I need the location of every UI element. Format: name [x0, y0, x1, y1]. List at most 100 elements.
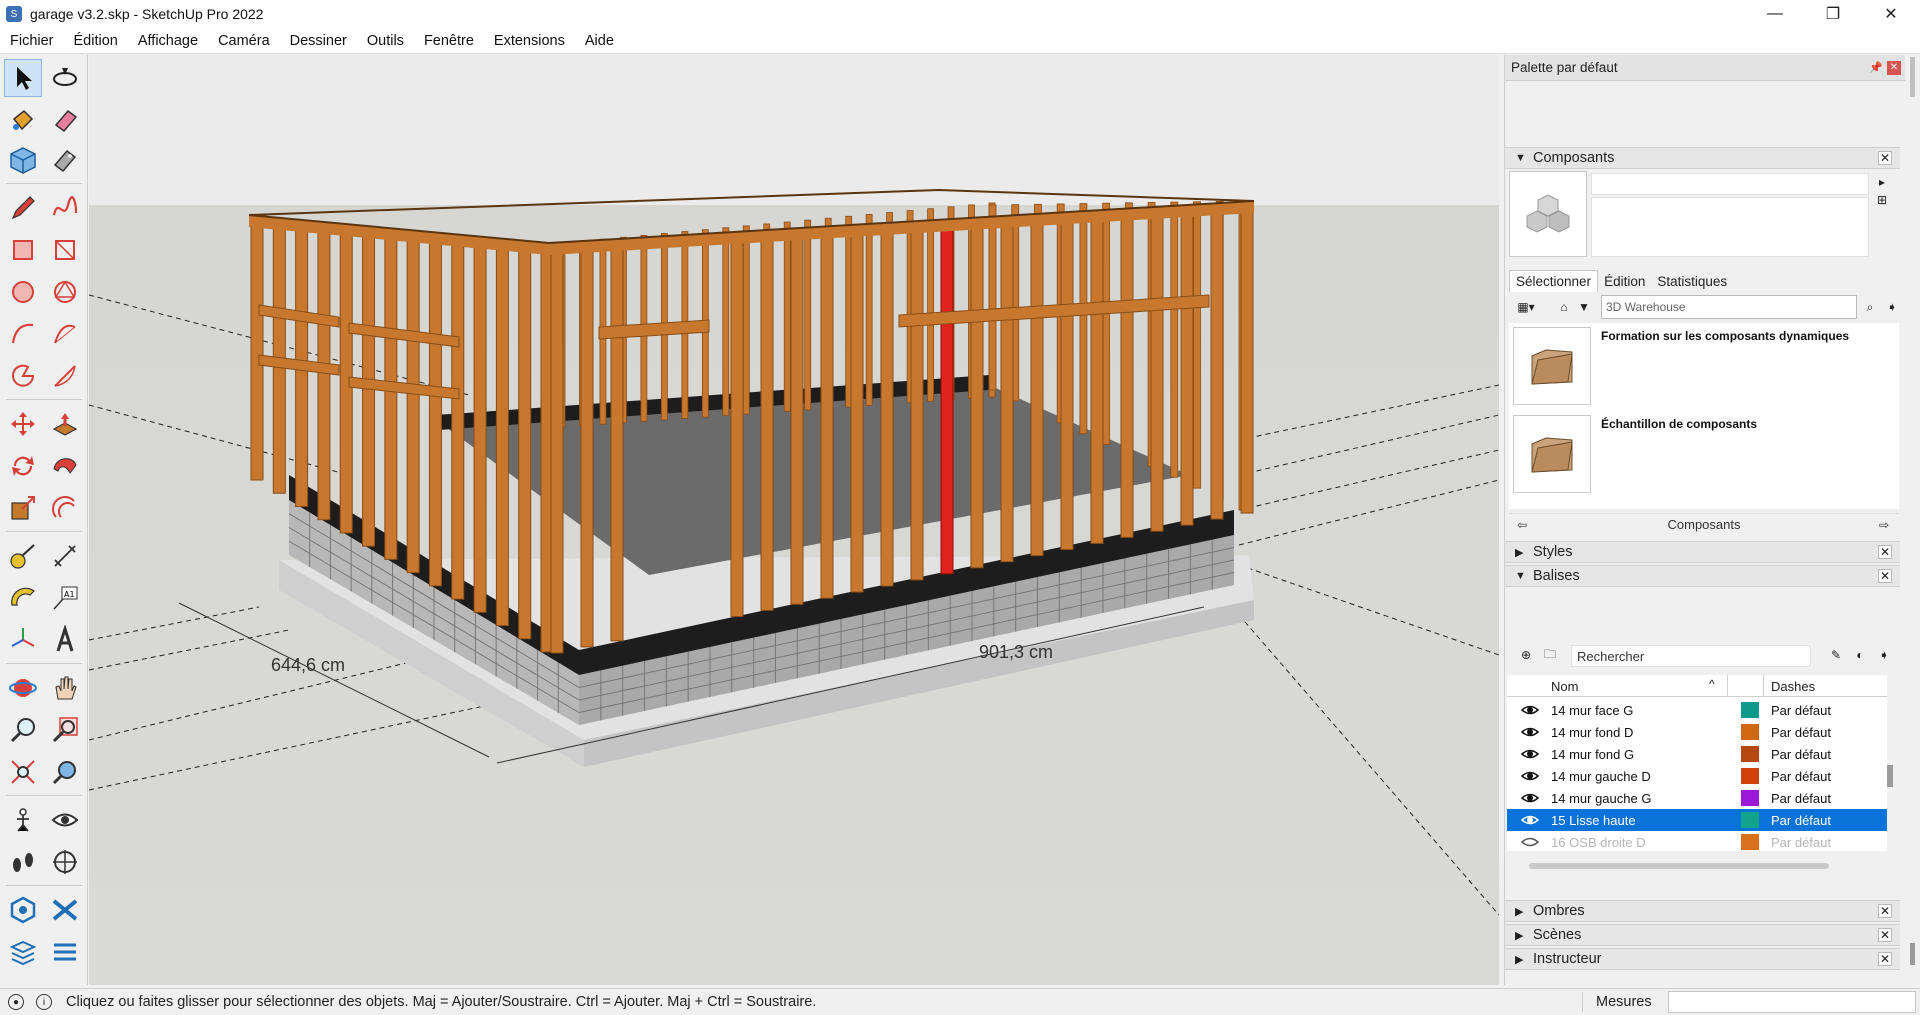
tag-dashes[interactable]: Par défaut: [1771, 813, 1831, 828]
scenes-tray-header[interactable]: ▶ Scènes ✕: [1505, 924, 1900, 946]
eye-hidden-icon[interactable]: [1520, 835, 1540, 849]
tag-name[interactable]: 16 OSB droite D: [1551, 835, 1646, 850]
tag-color-swatch[interactable]: [1741, 702, 1759, 718]
tray-close-icon[interactable]: ✕: [1887, 60, 1901, 75]
tray-scroll-thumb-top[interactable]: [1910, 57, 1915, 97]
walk-tool-button[interactable]: [4, 843, 42, 881]
stud[interactable]: [1120, 216, 1134, 538]
model-canvas[interactable]: 644,6 cm 901,3 cm: [89, 55, 1499, 985]
tags-search-input[interactable]: Rechercher: [1571, 645, 1811, 667]
restore-button[interactable]: ❐: [1804, 0, 1862, 28]
add-tag-icon[interactable]: ⊕: [1517, 646, 1535, 664]
paint-bucket-tool-button[interactable]: [4, 101, 42, 139]
dimension-tool-button[interactable]: [46, 537, 84, 575]
tag-dashes[interactable]: Par défaut: [1771, 791, 1831, 806]
table-row[interactable]: 14 mur gauche D Par défaut: [1507, 765, 1887, 787]
tag-dashes[interactable]: Par défaut: [1771, 769, 1831, 784]
navigation-dropdown-icon[interactable]: ▼: [1575, 298, 1593, 316]
table-row[interactable]: 14 mur gauche G Par défaut: [1507, 787, 1887, 809]
make-component-tool-button[interactable]: [4, 141, 42, 179]
minimize-button[interactable]: —: [1746, 0, 1804, 28]
tag-color-swatch[interactable]: [1741, 746, 1759, 762]
close-button[interactable]: ✕: [1862, 0, 1920, 28]
menu-fenetre[interactable]: Fenêtre: [414, 28, 484, 54]
eye-visible-icon[interactable]: [1520, 769, 1540, 783]
measurements-input[interactable]: [1668, 991, 1916, 1013]
details-arrow-icon[interactable]: ▸: [1873, 173, 1891, 191]
search-icon[interactable]: ⌕: [1861, 298, 1879, 316]
tag-dashes[interactable]: Par défaut: [1771, 835, 1831, 850]
component-description-field[interactable]: [1591, 197, 1869, 257]
width-dimension-label[interactable]: 644,6 cm: [271, 655, 345, 675]
instructor-close-icon[interactable]: ✕: [1878, 952, 1892, 966]
stud[interactable]: [580, 249, 594, 648]
menu-dessiner[interactable]: Dessiner: [280, 28, 357, 54]
tags-details-icon[interactable]: ➧: [1875, 646, 1893, 664]
zoom-window-tool-button[interactable]: [46, 711, 84, 749]
follow-me-tool-button[interactable]: [46, 447, 84, 485]
menu-aide[interactable]: Aide: [575, 28, 624, 54]
tray-scrollbar[interactable]: [1905, 55, 1920, 985]
view-options-icon[interactable]: ▦▾: [1513, 298, 1539, 316]
tag-color-swatch[interactable]: [1741, 834, 1759, 850]
stud[interactable]: [1060, 220, 1074, 551]
table-row[interactable]: 14 mur face G Par défaut: [1507, 699, 1887, 721]
table-row[interactable]: 16 OSB droite D Par défaut: [1507, 831, 1887, 851]
stud[interactable]: [550, 251, 564, 654]
tab-edition[interactable]: Édition: [1598, 270, 1651, 292]
stud[interactable]: [850, 233, 864, 593]
create-component-icon[interactable]: ⊞: [1873, 191, 1891, 209]
rotate-tool-button[interactable]: [4, 447, 42, 485]
stud[interactable]: [1210, 211, 1224, 520]
info-icon[interactable]: i: [36, 994, 52, 1010]
stud[interactable]: [970, 225, 984, 569]
tag-dashes[interactable]: Par défaut: [1771, 725, 1831, 740]
text-tool-button[interactable]: A1: [46, 579, 84, 617]
tags-horizontal-scrollbar[interactable]: [1529, 863, 1829, 869]
length-dimension-label[interactable]: 901,3 cm: [979, 642, 1053, 662]
list-item[interactable]: Formation sur les composants dynamiques: [1509, 323, 1899, 405]
scenes-close-icon[interactable]: ✕: [1878, 928, 1892, 942]
tag-name[interactable]: 14 mur face G: [1551, 703, 1633, 718]
stud[interactable]: [730, 240, 744, 617]
column-header-dashes[interactable]: Dashes: [1771, 679, 1815, 694]
pan-tool-button[interactable]: [46, 669, 84, 707]
list-item[interactable]: Échantillon de composants: [1509, 411, 1899, 493]
shadows-tray-header[interactable]: ▶ Ombres ✕: [1505, 900, 1900, 922]
scale-tool-button[interactable]: [4, 489, 42, 527]
tag-name[interactable]: 14 mur gauche G: [1551, 791, 1651, 806]
tags-vertical-scrollbar[interactable]: [1887, 765, 1893, 787]
tape-measure-tool-button[interactable]: [4, 537, 42, 575]
color-by-tag-icon[interactable]: ◐: [1851, 646, 1869, 664]
rectangle-tool-button[interactable]: [4, 231, 42, 269]
menu-affichage[interactable]: Affichage: [128, 28, 208, 54]
stud[interactable]: [1240, 209, 1254, 514]
stud[interactable]: [1090, 218, 1104, 544]
3d-text-tool-button[interactable]: [46, 621, 84, 659]
three-point-arc-tool-button[interactable]: [46, 357, 84, 395]
pie-tool-button[interactable]: [4, 357, 42, 395]
components-tray-header[interactable]: ▼ Composants ✕: [1505, 147, 1900, 169]
tag-color-swatch[interactable]: [1741, 724, 1759, 740]
column-header-name[interactable]: Nom: [1551, 679, 1578, 694]
extension-warehouse-tool-button[interactable]: [46, 891, 84, 929]
instructor-tray-header[interactable]: ▶ Instructeur ✕: [1505, 948, 1900, 970]
orbit-tool-button[interactable]: [46, 59, 84, 97]
tag-name[interactable]: 15 Lisse haute: [1551, 813, 1636, 828]
menu-extensions[interactable]: Extensions: [484, 28, 575, 54]
offset-tool-button[interactable]: [46, 489, 84, 527]
line-tool-button[interactable]: [4, 189, 42, 227]
tray-scroll-thumb[interactable]: [1910, 943, 1915, 965]
secondary-pane-icon[interactable]: ➧: [1883, 298, 1901, 316]
stud[interactable]: [910, 229, 924, 581]
stud[interactable]: [1150, 214, 1164, 532]
stud[interactable]: [1180, 213, 1194, 526]
tag-name[interactable]: 14 mur fond D: [1551, 725, 1633, 740]
stud[interactable]: [610, 247, 624, 642]
menu-fichier[interactable]: Fichier: [0, 28, 64, 54]
tag-dashes[interactable]: Par défaut: [1771, 747, 1831, 762]
arc-tool-button[interactable]: [4, 315, 42, 353]
previous-view-tool-button[interactable]: [46, 753, 84, 791]
shadows-close-icon[interactable]: ✕: [1878, 904, 1892, 918]
table-row[interactable]: 14 mur fond D Par défaut: [1507, 721, 1887, 743]
